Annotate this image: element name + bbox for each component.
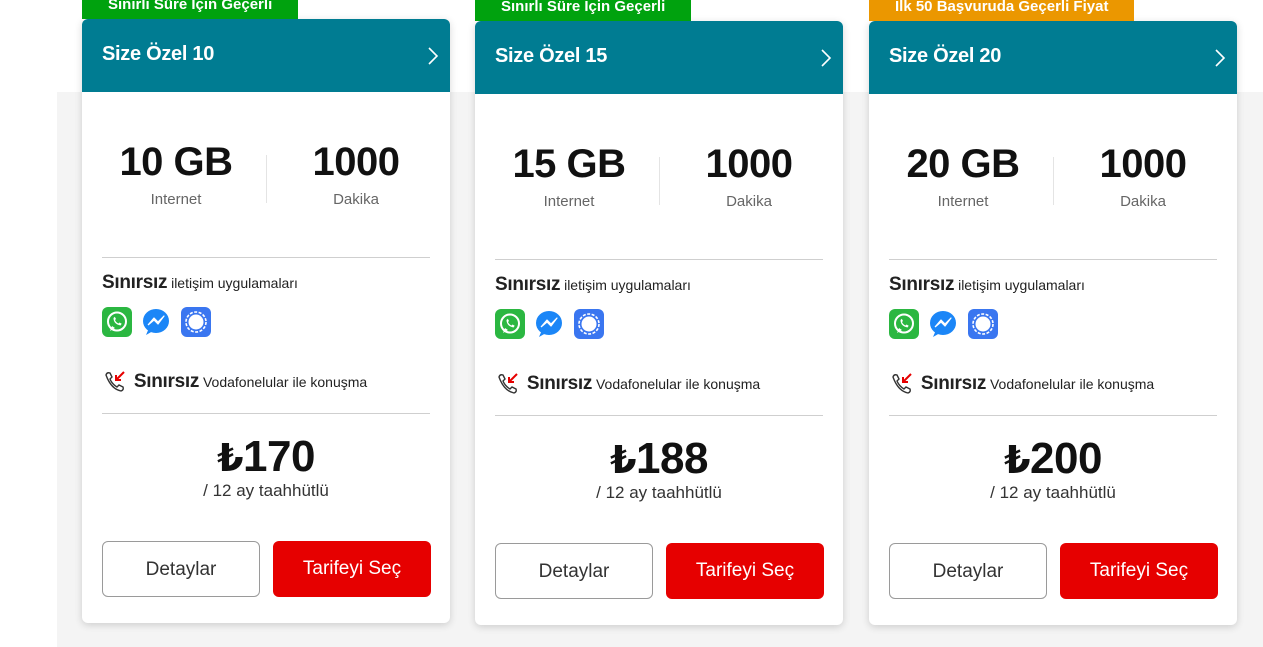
minutes-label: Dakika <box>1120 193 1166 210</box>
messenger-icon <box>928 309 958 339</box>
unlimited-call-text: Sınırsız Vodafonelular ile konuşma <box>889 371 1154 397</box>
price-value: 170 <box>243 432 315 481</box>
price-block: ₺200 / 12 ay taahhütlü <box>869 433 1237 503</box>
divider <box>889 415 1217 416</box>
data-label: Internet <box>543 193 595 210</box>
minutes-allowance: 1000 Dakika <box>659 141 839 210</box>
card-header[interactable]: Size Özel 20 <box>869 21 1237 94</box>
select-tariff-button[interactable]: Tarifeyi Seç <box>273 541 431 597</box>
call-strong: Sınırsız <box>526 373 593 394</box>
minutes-label: Dakika <box>333 191 379 208</box>
unlimited-apps-text: Sınırsız iletişim uygulamaları <box>495 274 691 296</box>
divider <box>495 415 823 416</box>
price-block: ₺188 / 12 ay taahhütlü <box>475 433 843 503</box>
signal-icon <box>967 309 998 339</box>
messenger-icon <box>534 309 564 339</box>
price-amount: ₺200 <box>869 433 1237 487</box>
data-allowance: 10 GB Internet <box>86 139 266 208</box>
unlimited-desc: iletişim uygulamaları <box>171 275 298 291</box>
unlimited-desc: iletişim uygulamaları <box>958 277 1085 293</box>
select-tariff-button[interactable]: Tarifeyi Seç <box>1060 543 1218 599</box>
price-block: ₺170 / 12 ay taahhütlü <box>82 431 450 501</box>
unlimited-strong: Sınırsız <box>495 274 561 295</box>
data-allowance: 15 GB Internet <box>479 141 659 210</box>
currency-symbol: ₺ <box>1004 440 1031 482</box>
unlimited-apps-text: Sınırsız iletişim uygulamaları <box>889 274 1085 296</box>
data-label: Internet <box>937 193 989 210</box>
divider <box>889 259 1217 260</box>
data-label: Internet <box>150 191 202 208</box>
call-strong: Sınırsız <box>920 373 987 394</box>
whatsapp-icon <box>102 307 132 337</box>
call-desc: Vodafonelular ile konuşma <box>595 376 761 392</box>
minutes-allowance: 1000 Dakika <box>1053 141 1233 210</box>
card-header[interactable]: Size Özel 15 <box>475 21 843 94</box>
divider <box>102 257 430 258</box>
data-allowance: 20 GB Internet <box>873 141 1053 210</box>
details-button[interactable]: Detaylar <box>495 543 653 599</box>
currency-symbol: ₺ <box>217 438 244 480</box>
call-desc: Vodafonelular ile konuşma <box>202 374 368 390</box>
tariff-card: İlk 50 Başvuruda Geçerli Fiyat Size Özel… <box>869 0 1237 625</box>
signal-icon <box>180 307 211 337</box>
price-value: 200 <box>1030 434 1102 483</box>
data-value: 10 GB <box>119 140 233 184</box>
minutes-value: 1000 <box>1099 142 1187 186</box>
card-header[interactable]: Size Özel 10 <box>82 19 450 92</box>
details-button[interactable]: Detaylar <box>102 541 260 597</box>
commitment-term: / 12 ay taahhütlü <box>596 483 722 502</box>
minutes-label: Dakika <box>726 193 772 210</box>
unlimited-call-text: Sınırsız Vodafonelular ile konuşma <box>102 369 367 395</box>
minutes-value: 1000 <box>705 142 793 186</box>
chevron-right-icon[interactable] <box>1211 47 1229 69</box>
currency-symbol: ₺ <box>610 440 637 482</box>
price-value: 188 <box>636 434 708 483</box>
chevron-right-icon[interactable] <box>817 47 835 69</box>
unlimited-strong: Sınırsız <box>102 272 168 293</box>
unlimited-apps-text: Sınırsız iletişim uygulamaları <box>102 272 298 294</box>
promo-ribbon: Sınırlı Süre İçin Geçerli <box>475 0 692 21</box>
tariff-title: Size Özel 15 <box>495 45 608 67</box>
signal-icon <box>573 309 604 339</box>
commitment-term: / 12 ay taahhütlü <box>203 481 329 500</box>
minutes-value: 1000 <box>312 140 400 184</box>
unlimited-call-text: Sınırsız Vodafonelular ile konuşma <box>495 371 760 397</box>
price-amount: ₺170 <box>82 431 450 485</box>
app-icons <box>889 309 1003 339</box>
app-icons <box>102 307 216 337</box>
chevron-right-icon[interactable] <box>424 45 442 67</box>
unlimited-strong: Sınırsız <box>889 274 955 295</box>
tariff-title: Size Özel 10 <box>102 43 215 65</box>
select-tariff-button[interactable]: Tarifeyi Seç <box>666 543 824 599</box>
phone-call-icon <box>105 371 125 392</box>
data-value: 20 GB <box>906 142 1020 186</box>
unlimited-desc: iletişim uygulamaları <box>564 277 691 293</box>
tariff-card: Sınırlı Süre İçin Geçerli Size Özel 15 1… <box>475 0 843 625</box>
call-strong: Sınırsız <box>133 371 200 392</box>
promo-ribbon: Sınırlı Süre İçin Geçerli <box>82 0 299 19</box>
app-icons <box>495 309 609 339</box>
divider <box>102 413 430 414</box>
tariff-card: Sınırlı Süre İçin Geçerli Size Özel 10 1… <box>82 0 450 623</box>
price-amount: ₺188 <box>475 433 843 487</box>
messenger-icon <box>141 307 171 337</box>
data-value: 15 GB <box>512 142 626 186</box>
whatsapp-icon <box>889 309 919 339</box>
phone-call-icon <box>498 373 518 394</box>
divider <box>495 259 823 260</box>
phone-call-icon <box>892 373 912 394</box>
call-desc: Vodafonelular ile konuşma <box>989 376 1155 392</box>
commitment-term: / 12 ay taahhütlü <box>990 483 1116 502</box>
minutes-allowance: 1000 Dakika <box>266 139 446 208</box>
whatsapp-icon <box>495 309 525 339</box>
tariff-title: Size Özel 20 <box>889 45 1002 67</box>
details-button[interactable]: Detaylar <box>889 543 1047 599</box>
promo-ribbon: İlk 50 Başvuruda Geçerli Fiyat <box>869 0 1135 21</box>
